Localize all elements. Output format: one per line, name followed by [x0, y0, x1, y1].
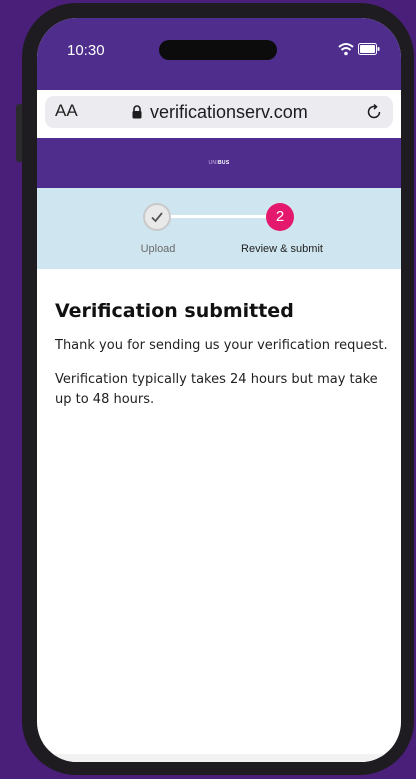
step-upload-complete	[143, 203, 171, 231]
timing-text: Verification typically takes 24 hours bu…	[55, 372, 378, 407]
bottom-bar	[37, 754, 401, 762]
site-logo[interactable]: UNIBUS	[209, 160, 230, 166]
browser-address-bar[interactable]: AA verificationserv.com	[45, 96, 393, 128]
check-icon	[151, 212, 163, 223]
progress-stepper: 2 Upload Review & submit	[37, 188, 401, 269]
main-content: Verification submitted Thank you for sen…	[55, 300, 389, 410]
step-review-label: Review & submit	[241, 243, 323, 255]
lock-icon	[132, 105, 142, 119]
phone-screen: 10:30 AA verificationserv.com UNIBUS 2 U…	[37, 18, 401, 762]
status-time: 10:30	[67, 42, 105, 59]
reload-icon[interactable]	[365, 103, 383, 121]
wifi-icon	[338, 43, 354, 56]
step-connector	[163, 215, 267, 218]
text-size-button[interactable]: AA	[55, 101, 78, 121]
site-header: UNIBUS	[37, 138, 401, 188]
step-review-current: 2	[266, 203, 294, 231]
logo-brand: BUS	[218, 160, 230, 166]
notch	[159, 40, 277, 60]
logo-prefix: UNI	[208, 160, 219, 166]
url-display[interactable]: verificationserv.com	[131, 100, 308, 124]
battery-icon	[358, 43, 380, 55]
status-icons	[338, 42, 380, 56]
step-upload-label: Upload	[140, 243, 176, 255]
url-text: verificationserv.com	[150, 101, 308, 122]
confirmation-text: Thank you for sending us your verificati…	[55, 338, 388, 353]
page-title: Verification submitted	[55, 300, 294, 322]
status-bar: 10:30	[37, 18, 401, 90]
